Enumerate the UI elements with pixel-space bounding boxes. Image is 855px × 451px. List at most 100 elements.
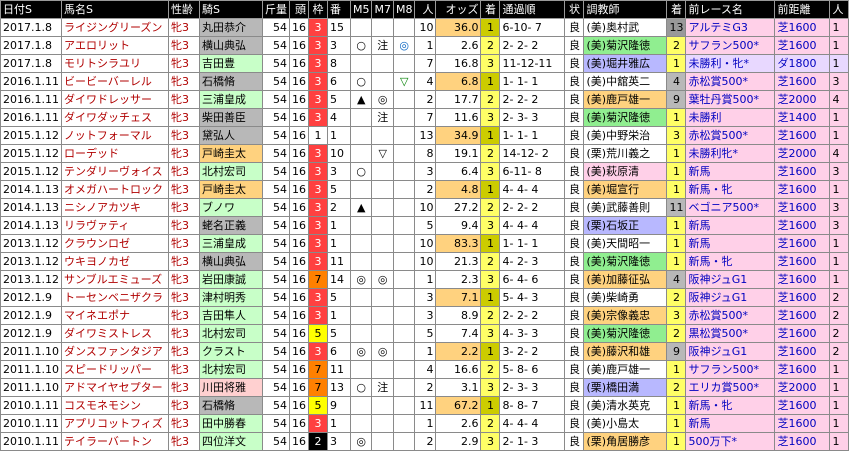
- cell-sex: 牝3: [167, 252, 200, 271]
- col-cond[interactable]: 状: [564, 0, 585, 19]
- cell-m8: [392, 162, 416, 181]
- cell-prev-fin: 4: [666, 270, 687, 289]
- table-row[interactable]: 2011.1.10 アドマイヤセプター 牝3 川田将雅 54 16 7 13 ○ 注 2 3.1 3 2-…: [0, 378, 850, 397]
- table-row[interactable]: 2010.1.11 テイラーバートン 牝3 四位洋文 54 16 2 3 ◎ 2 2.9 3 2- 1-…: [0, 432, 850, 451]
- cell-date: 2013.1.12: [0, 234, 62, 253]
- cell-prev-race: 新馬・牝: [685, 396, 776, 415]
- col-m5[interactable]: M5: [349, 0, 373, 19]
- cell-prev-dist: 芝1600: [774, 432, 831, 451]
- cell-odds: 16.8: [435, 54, 482, 73]
- col-horse[interactable]: 馬名S: [60, 0, 169, 19]
- table-row[interactable]: 2010.1.11 アプリコットフィズ 牝3 田中勝春 54 16 3 1 1 2.6 2 4- 4-…: [0, 414, 850, 433]
- col-prev-race[interactable]: 前レース名: [685, 0, 776, 19]
- col-weight[interactable]: 斤量: [261, 0, 290, 19]
- cell-prev-fin: 2: [666, 378, 687, 397]
- cell-prev-pop: 2: [829, 324, 850, 343]
- cell-passing: 11-12-11: [499, 54, 566, 73]
- cell-prev-fin: 1: [666, 360, 687, 379]
- col-prev-pop[interactable]: 人: [829, 0, 850, 19]
- table-row[interactable]: 2014.1.13 オメガハートロック 牝3 戸崎圭太 54 16 3 5 2 4.8 1 4- 4-…: [0, 180, 850, 199]
- table-row[interactable]: 2015.1.12 テンダリーヴォイス 牝3 北村宏司 54 16 3 3 ○ 3 6.4 3 6-11…: [0, 162, 850, 181]
- table-row[interactable]: 2013.1.12 ウキヨノカゼ 牝3 横山典弘 54 16 3 11 10 21.3 2 4- 2-…: [0, 252, 850, 271]
- cell-sex: 牝3: [167, 72, 200, 91]
- cell-num: 2: [326, 198, 351, 217]
- cell-m8: [392, 360, 416, 379]
- table-row[interactable]: 2015.1.12 ノットフォーマル 牝3 黛弘人 54 16 1 1 13 34.9 1 1- 1-…: [0, 126, 850, 145]
- cell-pop: 2: [414, 378, 437, 397]
- col-jockey[interactable]: 騎S: [198, 0, 263, 19]
- table-row[interactable]: 2017.1.8 ライジングリーズン 牝3 丸田恭介 54 16 3 15 10 36.0 1 6-1…: [0, 18, 850, 37]
- col-heads[interactable]: 頭: [288, 0, 309, 19]
- cell-horse: スピードリッパー: [60, 360, 169, 379]
- col-odds[interactable]: オッズ: [435, 0, 482, 19]
- cell-date: 2010.1.11: [0, 432, 62, 451]
- cell-prev-race: エリカ賞500*: [685, 378, 776, 397]
- col-pop[interactable]: 人: [414, 0, 437, 19]
- cell-cond: 良: [564, 252, 585, 271]
- cell-passing: 4- 4- 4: [499, 216, 566, 235]
- cell-prev-race: 阪神ジュG1: [685, 288, 776, 307]
- table-row[interactable]: 2010.1.11 コスモネモシン 牝3 石橋脩 54 16 5 9 11 67.2 1 8- 8- …: [0, 396, 850, 415]
- table-row[interactable]: 2014.1.13 リラヴァティ 牝3 蛯名正義 54 16 3 1 5 9.4 3 4- 4- 4良…: [0, 216, 850, 235]
- cell-prev-fin: 1: [666, 54, 687, 73]
- cell-odds: 3.1: [435, 378, 482, 397]
- table-row[interactable]: 2011.1.10 ダンスファンタジア 牝3 クラスト 54 16 3 6 ◎ ◎ 1 2.2 1 3- …: [0, 342, 850, 361]
- cell-prev-pop: 3: [829, 162, 850, 181]
- cell-trainer: (美)鹿戸雄一: [583, 360, 668, 379]
- cell-prev-dist: 芝1600: [774, 306, 831, 325]
- cell-heads: 16: [288, 360, 309, 379]
- cell-horse: コスモネモシン: [60, 396, 169, 415]
- table-row[interactable]: 2011.1.10 スピードリッパー 牝3 北村宏司 54 16 7 11 4 16.6 2 5- 8…: [0, 360, 850, 379]
- table-row[interactable]: 2017.1.8 アエロリット 牝3 横山典弘 54 16 3 3 ○ 注 ◎ 1 2.6 2 2- 2- …: [0, 36, 850, 55]
- table-row[interactable]: 2012.1.9 ダイワミストレス 牝3 北村宏司 54 16 5 5 5 7.4 3 4- 3- 3…: [0, 324, 850, 343]
- col-prev-fin[interactable]: 着: [666, 0, 687, 19]
- cell-trainer: (美)中野栄治: [583, 126, 668, 145]
- cell-prev-race: 新馬: [685, 162, 776, 181]
- cell-horse: ダイワミストレス: [60, 324, 169, 343]
- col-m7[interactable]: M7: [371, 0, 394, 19]
- cell-horse: ウキヨノカゼ: [60, 252, 169, 271]
- table-row[interactable]: 2015.1.12 ローデッド 牝3 戸崎圭太 54 16 3 10 ▽ 8 19.1 2 14-12-…: [0, 144, 850, 163]
- table-row[interactable]: 2016.1.11 ビービーバーレル 牝3 石橋脩 54 16 3 6 ○ ▽ 4 6.8 1 1- 1-…: [0, 72, 850, 91]
- cell-fin: 3: [480, 432, 501, 451]
- cell-heads: 16: [288, 342, 309, 361]
- cell-pop: 3: [414, 306, 437, 325]
- table-row[interactable]: 2016.1.11 ダイワダッチェス 牝3 柴田善臣 54 16 3 4 注 7 11.6 3 2- 3…: [0, 108, 850, 127]
- cell-m7: [371, 54, 394, 73]
- table-row[interactable]: 2013.1.12 サンブルエミューズ 牝3 岩田康誠 54 16 7 14 ◎ ◎ 1 2.3 3 6-…: [0, 270, 850, 289]
- cell-odds: 8.9: [435, 306, 482, 325]
- col-num[interactable]: 番: [326, 0, 351, 19]
- col-fin[interactable]: 着: [480, 0, 501, 19]
- cell-prev-pop: 1: [829, 108, 850, 127]
- col-date[interactable]: 日付S: [0, 0, 62, 19]
- cell-prev-dist: 芝1600: [774, 126, 831, 145]
- col-m8[interactable]: M8: [392, 0, 416, 19]
- cell-pop: 1: [414, 414, 437, 433]
- cell-m5: ◎: [349, 270, 373, 289]
- cell-trainer: (美)宗像義忠: [583, 306, 668, 325]
- cell-frame: 3: [307, 162, 328, 181]
- table-row[interactable]: 2017.1.8 モリトシラユリ 牝3 吉田豊 54 16 3 8 7 16.8 3 11-12-11…: [0, 54, 850, 73]
- cell-weight: 54: [261, 108, 290, 127]
- col-passing[interactable]: 通過順: [499, 0, 566, 19]
- cell-num: 3: [326, 162, 351, 181]
- table-row[interactable]: 2013.1.12 クラウンロゼ 牝3 三浦皇成 54 16 3 1 10 83.3 1 1- 1- …: [0, 234, 850, 253]
- col-frame[interactable]: 枠: [307, 0, 328, 19]
- cell-prev-race: 未勝利: [685, 108, 776, 127]
- cell-prev-pop: 1: [829, 360, 850, 379]
- cell-jockey: 三浦皇成: [198, 234, 263, 253]
- table-row[interactable]: 2012.1.9 マイネエポナ 牝3 吉田隼人 54 16 3 1 3 8.9 2 2- 2- 2 良(…: [0, 306, 850, 325]
- cell-odds: 2.6: [435, 36, 482, 55]
- cell-passing: 6-11- 8: [499, 162, 566, 181]
- col-trainer[interactable]: 調教師: [583, 0, 668, 19]
- cell-m8: [392, 342, 416, 361]
- col-prev-dist[interactable]: 前距離: [774, 0, 831, 19]
- cell-prev-fin: 9: [666, 342, 687, 361]
- cell-prev-race: 阪神ジュG1: [685, 270, 776, 289]
- table-row[interactable]: 2012.1.9 トーセンベニザクラ 牝3 津村明秀 54 16 3 5 3 7.1 1 5- 4- …: [0, 288, 850, 307]
- cell-date: 2015.1.12: [0, 126, 62, 145]
- table-row[interactable]: 2014.1.13 ニシノアカツキ 牝3 ブノワ 54 16 3 2 ▲ 10 27.2 2 2- 2-…: [0, 198, 850, 217]
- table-row[interactable]: 2016.1.11 ダイワドレッサー 牝3 三浦皇成 54 16 3 5 ▲ ◎ 2 17.7 2 2- …: [0, 90, 850, 109]
- col-sex[interactable]: 性齢: [167, 0, 200, 19]
- cell-heads: 16: [288, 270, 309, 289]
